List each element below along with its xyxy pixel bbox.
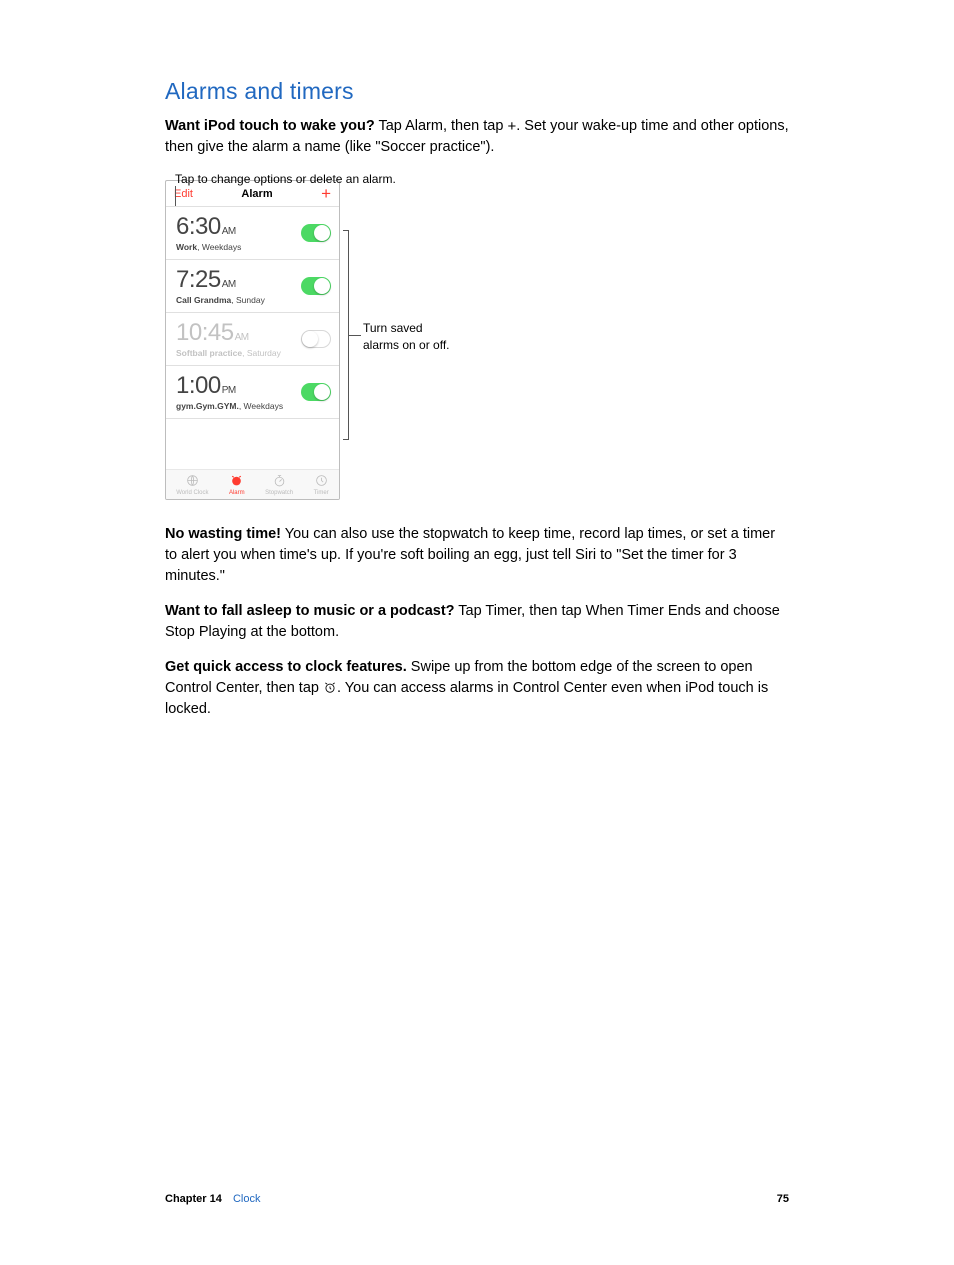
alarm-label: Work, Weekdays <box>176 242 241 252</box>
footer-chapter-word: Chapter <box>165 1193 207 1205</box>
tab-bar: World Clock Alarm Stopwatch Timer <box>166 469 339 499</box>
callout-right-text: Turn saved alarms on or off. <box>363 320 449 354</box>
alarm-time: 10:45AM <box>176 321 281 345</box>
plus-icon: + <box>507 118 516 135</box>
callout-top-text: Tap to change options or delete an alarm… <box>175 172 396 186</box>
alarm-toggle[interactable] <box>301 383 331 401</box>
tab-label: Timer <box>314 490 329 496</box>
alarm-time: 1:00PM <box>176 374 283 398</box>
alarm-clock-icon <box>323 680 337 694</box>
paragraph-no-wasting-time: No wasting time! You can also use the st… <box>165 524 789 587</box>
alarm-ampm: AM <box>235 332 249 343</box>
para1-text-a: Tap Alarm, then tap <box>375 118 508 134</box>
tab-alarm[interactable]: Alarm <box>229 474 245 496</box>
page-footer: Chapter 14 Clock 75 <box>165 1193 789 1205</box>
add-alarm-button[interactable]: + <box>321 185 331 202</box>
paragraph-fall-asleep: Want to fall asleep to music or a podcas… <box>165 601 789 643</box>
tab-label: World Clock <box>176 490 208 496</box>
alarm-row[interactable]: 10:45AM Softball practice, Saturday <box>166 313 339 366</box>
para3-bold: Want to fall asleep to music or a podcas… <box>165 603 455 619</box>
alarm-time: 7:25AM <box>176 268 265 292</box>
alarm-ampm: PM <box>222 385 236 396</box>
alarm-ampm: AM <box>222 226 236 237</box>
para4-bold: Get quick access to clock features. <box>165 659 407 675</box>
footer-page-number: 75 <box>777 1193 789 1205</box>
para2-bold: No wasting time! <box>165 526 281 542</box>
alarm-ampm: AM <box>222 279 236 290</box>
tab-label: Stopwatch <box>265 490 293 496</box>
edit-button[interactable]: Edit <box>174 188 193 200</box>
tab-timer[interactable]: Timer <box>314 474 329 496</box>
tab-label: Alarm <box>229 490 245 496</box>
alarm-toggle[interactable] <box>301 277 331 295</box>
alarm-toggle[interactable] <box>301 330 331 348</box>
section-title: Alarms and timers <box>165 78 789 105</box>
footer-chapter-num: 14 <box>210 1193 222 1205</box>
callout-bracket-line <box>349 335 361 336</box>
tab-stopwatch[interactable]: Stopwatch <box>265 474 293 496</box>
alarm-row[interactable]: 1:00PM gym.Gym.GYM., Weekdays <box>166 366 339 419</box>
alarm-row[interactable]: 7:25AM Call Grandma, Sunday <box>166 260 339 313</box>
para1-bold: Want iPod touch to wake you? <box>165 118 375 134</box>
tab-world-clock[interactable]: World Clock <box>176 474 208 496</box>
alarm-clock-icon <box>230 474 243 489</box>
alarm-row[interactable]: 6:30AM Work, Weekdays <box>166 207 339 260</box>
paragraph-wake-you: Want iPod touch to wake you? Tap Alarm, … <box>165 115 789 158</box>
alarm-toggle[interactable] <box>301 224 331 242</box>
alarm-label: gym.Gym.GYM., Weekdays <box>176 401 283 411</box>
alarm-label: Softball practice, Saturday <box>176 348 281 358</box>
callout-top-line <box>175 186 176 206</box>
nav-title: Alarm <box>241 188 272 200</box>
device-frame: Edit Alarm + 6:30AM Work, Weekdays 7:25A… <box>165 180 340 500</box>
footer-chapter-name: Clock <box>233 1193 261 1205</box>
alarm-time: 6:30AM <box>176 215 241 239</box>
globe-icon <box>186 474 199 489</box>
stopwatch-icon <box>273 474 286 489</box>
timer-icon <box>315 474 328 489</box>
alarm-label: Call Grandma, Sunday <box>176 295 265 305</box>
paragraph-quick-access: Get quick access to clock features. Swip… <box>165 657 789 720</box>
alarm-figure: Tap to change options or delete an alarm… <box>165 180 625 500</box>
